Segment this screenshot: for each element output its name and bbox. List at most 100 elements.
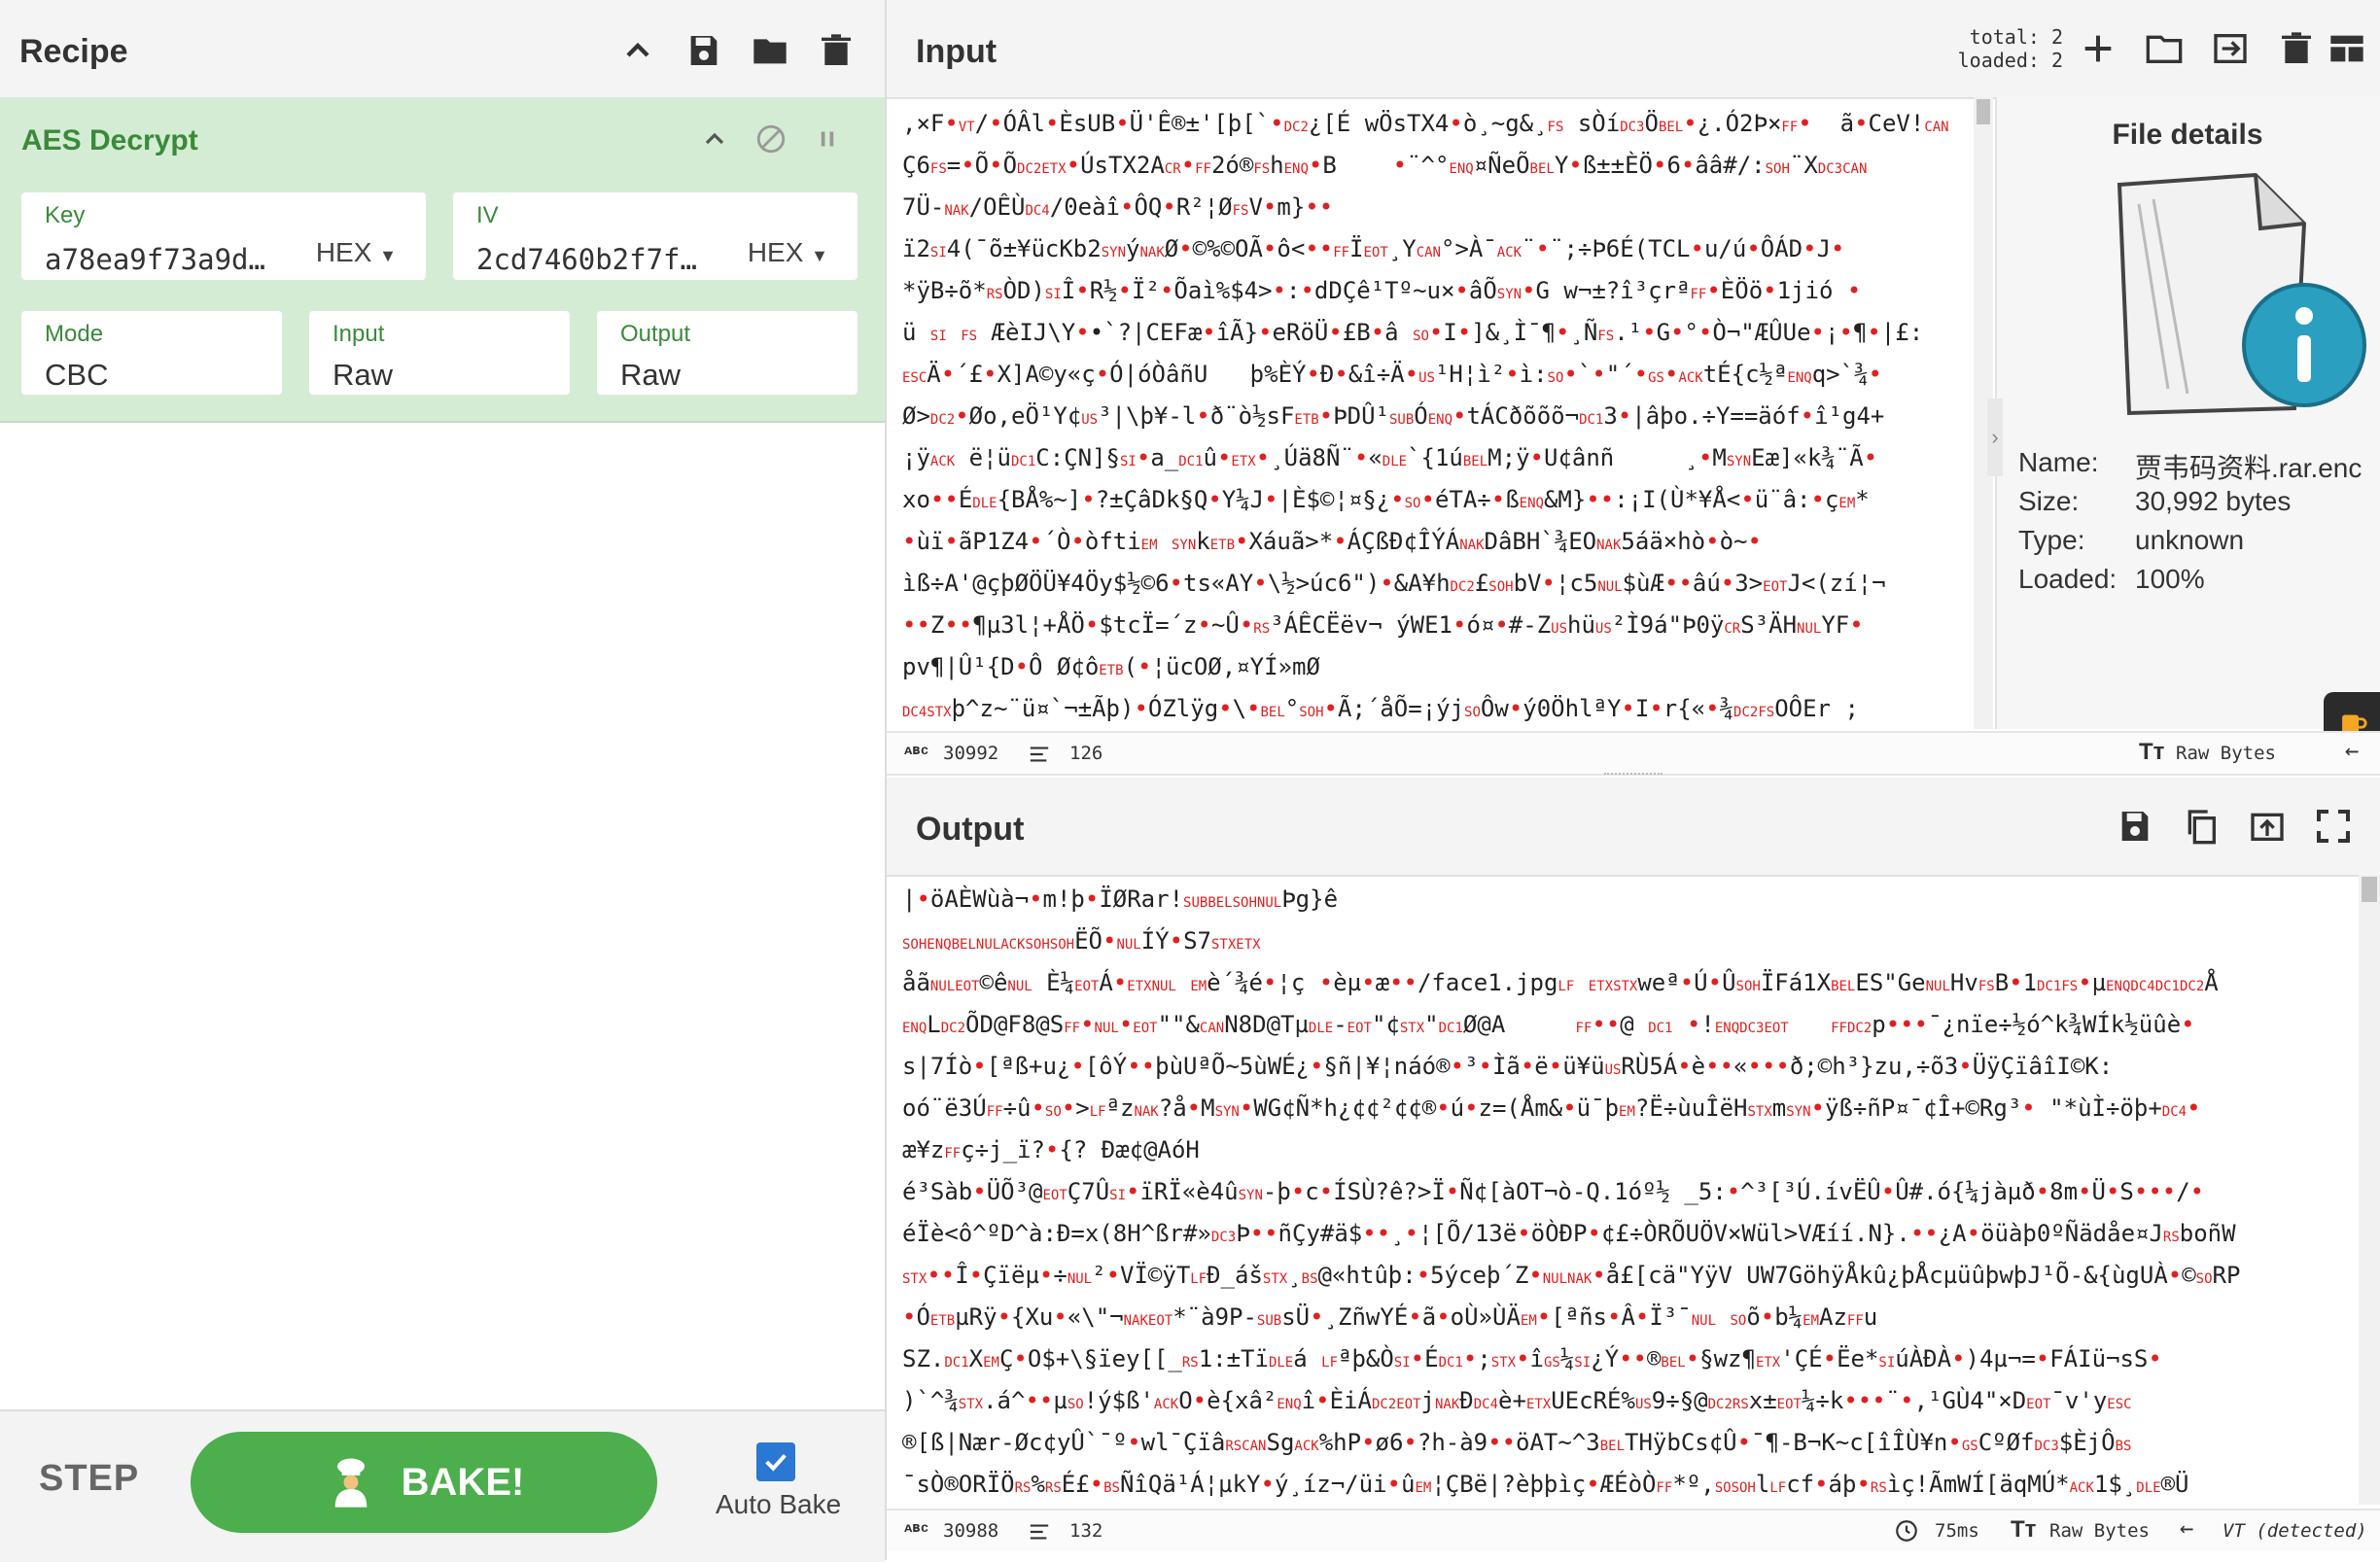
file-type-value: unknown (2135, 525, 2245, 555)
reset-layout-button[interactable] (2320, 21, 2374, 76)
clear-input-button[interactable] (2269, 21, 2324, 76)
output-scrollbar-thumb[interactable] (2362, 877, 2377, 902)
output-line: SOHENQBELNULACKSOHSOHËÕ•NULÍÝ•S7STXETX (902, 927, 1261, 955)
lines-icon (1030, 1524, 1049, 1540)
input-line: pv¶|Û¹{D•Ô Ø¢ôETB(•¦ücOØ,¤YÍ»mØ (902, 653, 1320, 680)
bake-button[interactable]: BAKE! (191, 1432, 657, 1533)
trash-icon (822, 34, 851, 65)
caret-down-icon: ▼ (811, 246, 828, 265)
output-format-select[interactable]: Output Raw (597, 311, 858, 395)
key-format-dropdown[interactable]: HEX ▼ (316, 237, 397, 268)
output-line: •ÓETBµRÿ•{Xu•«\"¬NAKEOT*¨à9P-SUBsÜ•¸ZñwY… (902, 1303, 1878, 1331)
replace-input-button[interactable] (2240, 799, 2294, 853)
input-format-select[interactable]: Input Raw (309, 311, 570, 395)
file-loaded-label: Loaded: (2018, 564, 2118, 594)
iv-format-value: HEX (747, 237, 804, 267)
input-status-bar: ᴀʙᴄ 30992 126 Tт Raw Bytes ← (887, 731, 2380, 776)
input-line: xo••ÉDLE{BÅ%~]•?±ÇâDk§Q•Y¼J•|È$©¦¤§¿•SO•… (902, 486, 1870, 513)
font-icon: Tт (2011, 1516, 2037, 1543)
chevron-right-icon: › (1991, 425, 1999, 449)
output-line: oó¨ë3ÚFF÷û•SO•>LFªzNAK?å•MSYN•WG¢Ñ*h¿¢¢²… (902, 1094, 2201, 1122)
input-counts: total: 2 loaded: 2 (1869, 25, 2063, 72)
mode-select[interactable]: Mode CBC (21, 311, 282, 395)
input-line: ESCÄ•´£•X]A©y«ç•Ó|óÒâñU þ%ÈÝ•Ð•&î÷Ä•US¹H… (902, 361, 1882, 388)
arrow-left-icon: ← (2180, 1514, 2194, 1542)
open-folder-button[interactable] (2137, 21, 2191, 76)
file-details-title: File details (2112, 119, 2263, 151)
input-line: ,×F•VT/•ÓÂl•ÈsUB•Ü'Ê®±'[þ[`•DC2¿[É wÖsTX… (902, 110, 1949, 137)
lines-icon (1030, 746, 1049, 762)
chars-icon: ᴀʙᴄ (904, 743, 929, 758)
iv-field[interactable]: IV 2cd7460b2f7f… HEX ▼ (453, 192, 858, 280)
copy-output-button[interactable] (2174, 799, 2228, 853)
input-header: Input total: 2 loaded: 2 (887, 0, 2380, 99)
output-line: ¯sÒ®ORÏÖRS%RSÉ£•BSÑîQä¹Á¦µkY•ý¸íz¬/üi•ûE… (902, 1471, 2189, 1498)
mode-label: Mode (45, 321, 104, 347)
output-line: åãNULEOT©êNUL È¼EOTÁ•ETXNUL EMè´¾é•¦ç •è… (902, 969, 2219, 996)
input-format-value: Raw (332, 358, 394, 392)
total-value: 2 (2050, 25, 2063, 49)
output-line-count: 132 (1069, 1520, 1103, 1542)
file-loaded-value: 100% (2135, 564, 2205, 594)
input-title: Input (916, 33, 998, 70)
auto-bake-label: Auto Bake (716, 1489, 842, 1519)
output-header: Output (887, 778, 2380, 877)
output-char-count: 30988 (943, 1520, 999, 1542)
collapse-all-button[interactable] (611, 23, 665, 78)
save-icon (690, 36, 718, 65)
font-icon: Tт (2139, 739, 2165, 765)
recipe-header: Recipe (0, 0, 885, 99)
output-line: é³Sàb•ÜÕ³@EOTÇ7ÛSI•ïRÏ«è4ûSYN-þ•c•ÍSÙ?ê?… (902, 1178, 2205, 1205)
toggle-file-details-button[interactable]: › (1987, 399, 2003, 476)
add-input-button[interactable] (2071, 21, 2125, 76)
chevron-up-icon (626, 42, 649, 57)
clock-icon (1896, 1520, 1917, 1542)
output-line: SZ.DC1XEMÇ•O$+\§ïey[[_RS1:±TïDLEá LFªþ&Ò… (902, 1345, 2162, 1372)
loaded-value: 2 (2050, 49, 2063, 72)
output-scrollbar[interactable] (2359, 875, 2380, 1505)
fullscreen-icon (2317, 810, 2350, 843)
save-output-button[interactable] (2108, 799, 2162, 853)
output-format-indicator[interactable]: Raw Bytes (2049, 1520, 2150, 1542)
eol-indicator[interactable]: VT (detected) (2222, 1520, 2367, 1542)
key-format-value: HEX (315, 237, 372, 267)
caret-down-icon: ▼ (379, 246, 397, 265)
clear-recipe-button[interactable] (809, 23, 863, 78)
disable-operation-button[interactable] (747, 115, 795, 163)
open-file-button[interactable] (2203, 21, 2258, 76)
key-label: Key (45, 202, 86, 228)
output-title: Output (916, 811, 1025, 848)
chef-icon (334, 1458, 367, 1508)
output-line: ENQLDC2ÕD@F8@SFF•NUL•EOT""&CANN8D@TµDLE-… (902, 1011, 2195, 1038)
minimise-operation-button[interactable] (690, 115, 739, 163)
layout-icon (2330, 35, 2363, 62)
output-textarea[interactable]: |•öAÈWùà¬•m!þ•ÏØRar!SUBBELSOHNULÞg}ê SOHE… (902, 881, 2361, 1503)
maximise-output-button[interactable] (2306, 799, 2361, 853)
input-line: *ÿB÷õ*RSÒD)SIÎ•R½•Ï²•Õaì%$4>•:•dDÇê¹Tº~u… (902, 277, 1862, 304)
key-field[interactable]: Key a78ea9f73a9d… HEX ▼ (21, 192, 426, 280)
input-scrollbar-thumb[interactable] (1977, 99, 1990, 124)
bake-time: 75ms (1935, 1520, 1979, 1542)
step-button[interactable]: STEP (39, 1458, 139, 1500)
total-label: total: (1969, 25, 2040, 49)
load-recipe-button[interactable] (743, 23, 797, 78)
auto-bake-checkbox[interactable] (756, 1442, 795, 1481)
input-format-indicator[interactable]: Raw Bytes (2176, 743, 2276, 764)
key-input[interactable]: a78ea9f73a9d… (45, 243, 288, 276)
iv-format-dropdown[interactable]: HEX ▼ (748, 237, 828, 268)
iv-input[interactable]: 2cd7460b2f7f… (476, 243, 719, 276)
folder-icon (753, 39, 787, 64)
output-line: ®[ß|Nær-Øc¢yÛ`¯º•wl¯ÇïâRSCANSgACK%hP•ø6•… (902, 1429, 2132, 1456)
file-input-icon (2214, 34, 2247, 63)
input-textarea[interactable]: ,×F•VT/•ÓÂl•ÈsUB•Ü'Ê®±'[þ[`•DC2¿[É wÖsTX… (902, 105, 1972, 727)
save-recipe-button[interactable] (677, 23, 731, 78)
input-line: ¡ÿACK ë¦üDC1C:ÇN]§SI•a_DC1û•ETX•¸Úä8Ñ¨•«… (902, 444, 1878, 471)
operation-title: AES Decrypt (21, 124, 198, 156)
input-line-count: 126 (1069, 743, 1103, 764)
arrow-left-icon: ← (2345, 737, 2360, 764)
output-status-bar: ᴀʙᴄ 30988 132 75ms Tт Raw Bytes ← VT (de… (887, 1509, 2380, 1551)
pause-operation-button[interactable] (803, 115, 852, 163)
output-format-value: Raw (620, 358, 682, 392)
output-format-label: Output (620, 321, 691, 347)
trash-icon (2282, 32, 2311, 63)
